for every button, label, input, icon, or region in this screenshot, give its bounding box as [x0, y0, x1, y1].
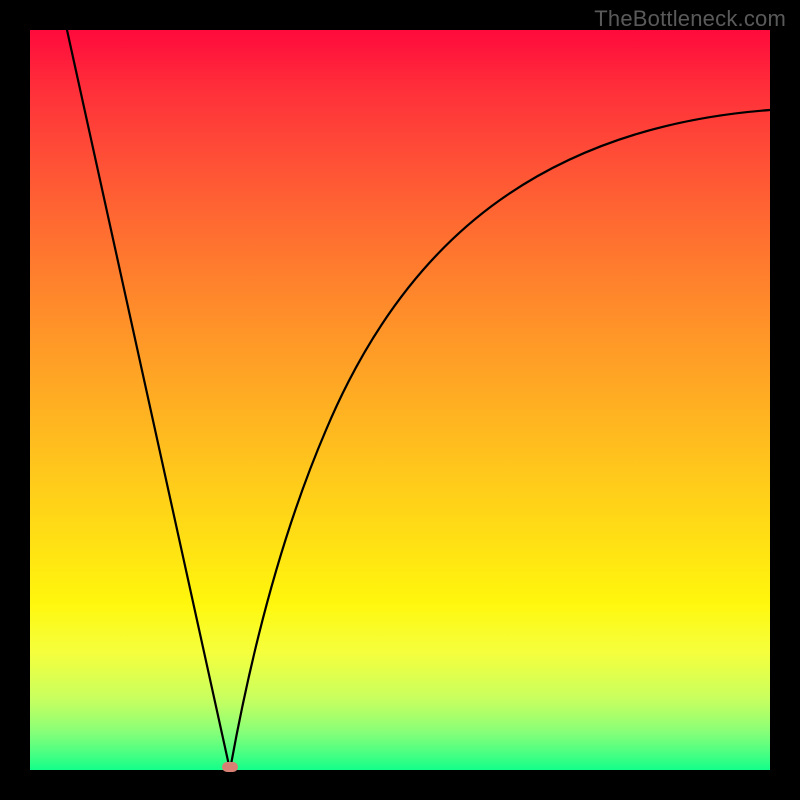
optimal-point-marker: [222, 762, 238, 772]
bottleneck-curve: [30, 30, 770, 770]
curve-right-ascent: [230, 110, 770, 770]
chart-frame: TheBottleneck.com: [0, 0, 800, 800]
watermark-text: TheBottleneck.com: [594, 6, 786, 32]
plot-area: [30, 30, 770, 770]
curve-left-descent: [67, 30, 230, 770]
